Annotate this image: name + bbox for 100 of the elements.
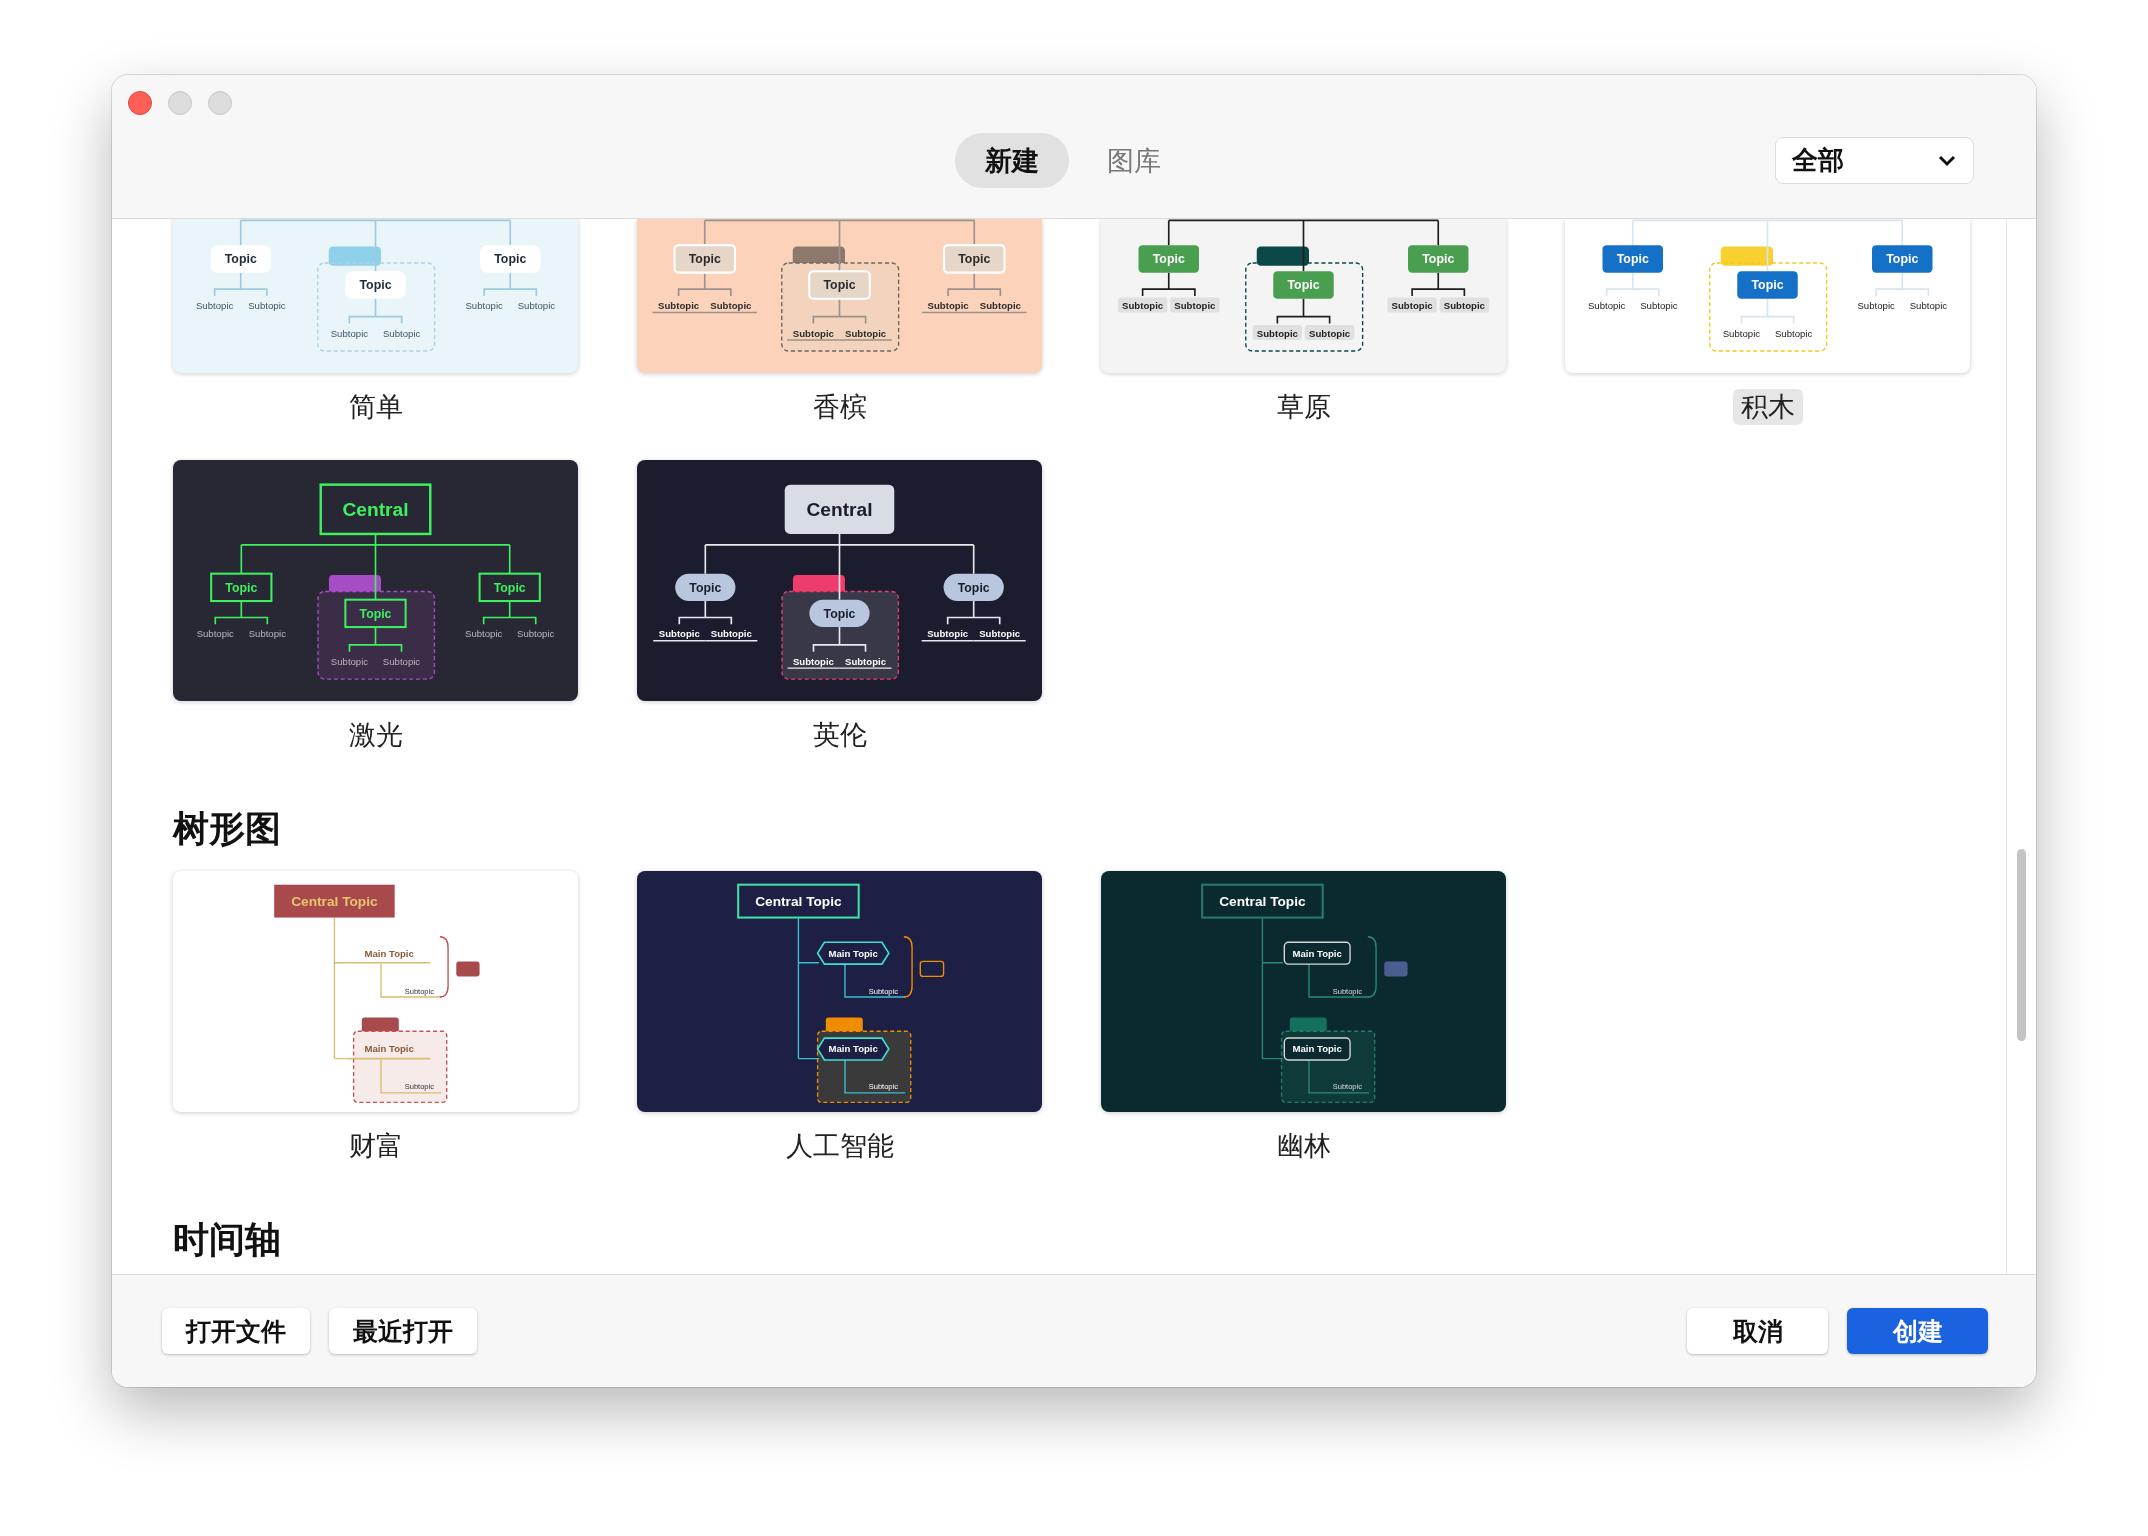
subtopic-connector <box>1308 963 1370 998</box>
subtopic-label: Subtopic <box>196 628 234 640</box>
fork-connector <box>812 297 867 325</box>
subtopic-label: Subtopic <box>517 300 556 312</box>
subtopic-node: Subtopic <box>921 300 975 314</box>
subtopic-connector <box>844 1059 906 1094</box>
summary-box <box>919 960 945 978</box>
fork-connector <box>1875 271 1930 297</box>
footer-button[interactable]: 取消 <box>1687 1308 1828 1354</box>
subtopic-label: Subtopic <box>404 986 434 996</box>
fork-connector <box>1276 297 1331 325</box>
main-topic-node: Main Topic <box>816 941 890 965</box>
central-node: Central Topic <box>274 884 395 918</box>
section-title: 时间轴 <box>173 1218 282 1262</box>
fork-connector <box>1605 271 1660 297</box>
subtopic-node: Subtopic <box>704 628 759 642</box>
subtopic-node: Subtopic <box>1170 297 1220 313</box>
subtopic-label: Subtopic <box>1774 327 1813 339</box>
fork-connector <box>947 271 1002 297</box>
section-title: 树形图 <box>173 807 282 851</box>
fork-connector <box>1411 271 1466 297</box>
fork-connector <box>214 600 269 626</box>
main-topic-node: Main Topic <box>347 1043 432 1060</box>
subtopic-label: Subtopic <box>465 300 503 312</box>
subtopic-node: Subtopic <box>786 327 841 341</box>
template-card[interactable]: Topic Subtopic Subtopic Topic Subtopic Subtopic Topic Subtopic Subtopic <box>1565 219 1970 373</box>
subtopic-label: Subtopic <box>517 628 555 640</box>
minimize-button[interactable] <box>168 91 192 115</box>
subtopic-label: Subtopic <box>1332 986 1362 996</box>
topic-node: Topic <box>1408 245 1469 273</box>
template-card[interactable]: Topic Subtopic Subtopic Topic Subtopic Subtopic Topic Subtopic Subtopic <box>1101 219 1506 373</box>
topic-node: Topic <box>1138 245 1199 273</box>
summary-bracket <box>1367 936 1377 998</box>
filter-dropdown[interactable]: 全部 <box>1775 137 1974 184</box>
subtopic-connector <box>844 963 906 998</box>
fork-connector <box>678 600 733 626</box>
template-name: 人工智能 <box>784 1130 895 1163</box>
zoom-button[interactable] <box>208 91 232 115</box>
summary-bracket <box>903 936 913 998</box>
subtopic-connector <box>1308 1059 1370 1094</box>
subtopic-label: Subtopic <box>382 655 421 667</box>
template-name: 激光 <box>347 719 404 752</box>
main-topic-node: Main Topic <box>347 947 432 964</box>
topic-node: Topic <box>673 244 737 274</box>
main-topic-node: Main Topic <box>1283 941 1351 965</box>
topic-node: Topic <box>210 572 273 603</box>
tab[interactable]: 新建 <box>955 133 1069 188</box>
subtopic-node: Subtopic <box>704 300 758 314</box>
template-name: 简单 <box>347 391 404 424</box>
topic-node: Topic <box>808 270 871 300</box>
subtopic-label: Subtopic <box>248 300 286 312</box>
topic-node: Topic <box>344 598 407 629</box>
subtopic-node: Subtopic <box>838 327 893 341</box>
fork-connector <box>677 271 732 297</box>
topic-node: Topic <box>1737 271 1798 299</box>
template-card[interactable]: Central Topic Main Topic Subtopic Main Topic Subtopic <box>173 871 578 1112</box>
subtopic-label: Subtopic <box>404 1082 434 1092</box>
template-card[interactable]: Central Topic Subtopic Subtopic Topic Subtopic Subtopic Topic Subtopic Subtopic <box>173 460 578 701</box>
central-node: Central <box>784 484 895 534</box>
subtopic-label: Subtopic <box>1587 300 1626 312</box>
subtopic-node: Subtopic <box>1252 324 1303 340</box>
subtopic-node: Subtopic <box>920 628 975 642</box>
topic-node: Topic <box>1602 245 1663 273</box>
footer-button[interactable]: 打开文件 <box>162 1308 310 1354</box>
summary-box <box>456 961 480 977</box>
subtopic-label: Subtopic <box>330 327 369 339</box>
topic-node: Topic <box>943 573 1004 602</box>
template-name: 草原 <box>1275 391 1332 424</box>
topic-node: Topic <box>210 245 271 273</box>
topic-node: Topic <box>480 245 541 273</box>
topic-node: Topic <box>478 572 541 603</box>
template-name: 积木 <box>1732 389 1803 425</box>
template-card[interactable]: Central Topic Main Topic Subtopic Main Topic Subtopic <box>637 871 1042 1112</box>
template-name: 英伦 <box>811 719 868 752</box>
template-card[interactable]: Topic Subtopic Subtopic Topic Subtopic Subtopic Topic Subtopic Subtopic <box>173 219 578 373</box>
topic-node: Topic <box>1273 271 1334 299</box>
footer-button[interactable]: 最近打开 <box>329 1308 477 1354</box>
main-topic-node: Main Topic <box>816 1037 890 1061</box>
fork-connector <box>348 626 403 653</box>
subtopic-node: Subtopic <box>786 655 841 669</box>
scrollbar-thumb[interactable] <box>2017 849 2026 1041</box>
chevron-down-icon <box>1937 153 1957 168</box>
template-card[interactable]: Central Topic Main Topic Subtopic Main Topic Subtopic <box>1101 871 1506 1112</box>
template-card[interactable]: Central Topic Subtopic Subtopic Topic Subtopic Subtopic Topic Subtopic Subtopic <box>637 460 1042 701</box>
summary-box <box>1384 961 1408 977</box>
central-node: Central Topic <box>1201 883 1324 919</box>
template-name: 幽林 <box>1275 1130 1332 1163</box>
fork-connector <box>348 297 403 325</box>
fork-connector <box>482 600 537 626</box>
tab[interactable]: 图库 <box>1077 133 1191 188</box>
subtopic-label: Subtopic <box>868 1082 898 1092</box>
template-name: 财富 <box>347 1130 404 1163</box>
topic-node: Topic <box>675 573 736 602</box>
subtopic-node: Subtopic <box>1439 297 1490 313</box>
template-card[interactable]: Topic Subtopic Subtopic Topic Subtopic Subtopic Topic Subtopic Subtopic <box>637 219 1042 373</box>
subtopic-label: Subtopic <box>1722 327 1761 339</box>
subtopic-node: Subtopic <box>838 655 893 669</box>
close-button[interactable] <box>128 91 152 115</box>
primary-button[interactable]: 创建 <box>1847 1308 1988 1354</box>
central-node: Central <box>319 483 432 536</box>
